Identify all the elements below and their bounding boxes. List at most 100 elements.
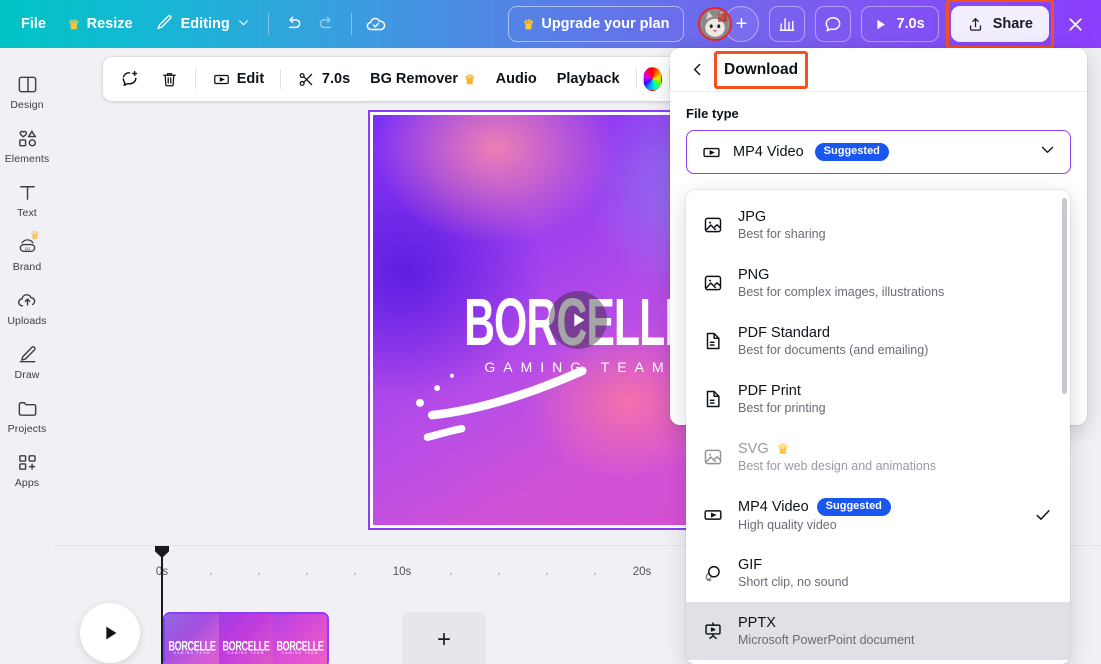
audio-button[interactable]: Audio: [487, 63, 546, 95]
edit-video-button[interactable]: Edit: [203, 63, 273, 95]
projects-icon: [18, 402, 36, 416]
sidebar-item-label: Elements: [4, 153, 50, 165]
trim-duration-button[interactable]: 7.0s: [288, 63, 359, 95]
dropdown-scrollbar-thumb[interactable]: [1062, 198, 1067, 394]
close-button[interactable]: [1057, 6, 1093, 42]
delete-button[interactable]: [151, 63, 188, 95]
clip-thumbnail-subtitle: GAMING TEAM: [227, 651, 265, 656]
option-title: MP4 Video: [738, 499, 809, 515]
video-icon: [213, 74, 229, 84]
audio-label: Audio: [495, 71, 537, 87]
upgrade-label: Upgrade your plan: [541, 16, 670, 32]
dropdown-option-pptx[interactable]: PPTX Microsoft PowerPoint document: [686, 602, 1070, 660]
resize-button[interactable]: ♛ Resize: [57, 7, 144, 41]
dropdown-option-mp4-video[interactable]: MP4 Video Suggested High quality video: [686, 486, 1070, 544]
sidebar-item-design[interactable]: Design: [0, 64, 54, 118]
option-title: PPTX: [738, 615, 776, 631]
crown-icon: ♛: [522, 16, 535, 32]
chevron-down-icon: [1039, 141, 1056, 163]
top-navigation-bar: File ♛ Resize Editing ♛ Upgrade your pla…: [0, 0, 1101, 49]
preview-play-button[interactable]: 7.0s: [861, 6, 939, 42]
option-title: SVG: [738, 441, 769, 457]
text-icon: [19, 186, 35, 200]
resize-label: Resize: [86, 16, 133, 32]
divider: [280, 69, 281, 89]
add-comment-button[interactable]: [111, 63, 149, 95]
play-duration-label: 7.0s: [896, 16, 925, 32]
clip-thumbnail-subtitle: GAMING TEAM: [173, 651, 211, 656]
page-title: Download: [724, 60, 799, 78]
add-comment-icon: [122, 70, 138, 87]
back-button[interactable]: [684, 57, 710, 83]
share-label: Share: [992, 16, 1033, 32]
back-chevron-icon: [693, 63, 700, 76]
doc-icon: [701, 388, 725, 410]
clip-thumbnail: BORCELLE GAMING TEAM: [165, 614, 219, 664]
play-icon: [574, 313, 585, 327]
add-page-button[interactable]: +: [402, 612, 486, 664]
redo-button[interactable]: [310, 7, 344, 41]
analytics-button[interactable]: [769, 6, 806, 42]
option-title: PDF Standard: [738, 325, 830, 341]
divider: [195, 69, 196, 89]
dropdown-option-pdf-standard[interactable]: PDF Standard Best for documents (and ema…: [686, 312, 1070, 370]
plus-icon: +: [436, 626, 451, 653]
divider: [350, 13, 352, 35]
ruler-tick-label: 20s: [632, 566, 652, 578]
share-button[interactable]: Share: [950, 6, 1049, 42]
play-icon: [106, 626, 117, 640]
element-edit-toolbar: Edit 7.0s BG Remover ♛ Audio Playback: [103, 57, 683, 101]
cloud-saved-icon[interactable]: [359, 7, 393, 41]
dropdown-option-gif[interactable]: GIF Short clip, no sound: [686, 544, 1070, 602]
image-icon: [701, 214, 725, 236]
trim-duration-label: 7.0s: [321, 71, 351, 87]
sidebar-item-label: Text: [17, 207, 37, 219]
ruler-tick-label: 10s: [392, 566, 412, 578]
file-menu-button[interactable]: File: [10, 7, 57, 41]
sidebar-item-label: Apps: [14, 477, 40, 489]
dropdown-option-png[interactable]: PNG Best for complex images, illustratio…: [686, 254, 1070, 312]
sidebar-item-label: Projects: [7, 423, 47, 435]
file-menu-label: File: [21, 16, 46, 32]
apps-icon: [18, 455, 36, 470]
sidebar-item-label: Draw: [14, 369, 40, 381]
close-icon: [1068, 17, 1082, 31]
color-wheel-icon[interactable]: [643, 67, 663, 91]
timeline-clip[interactable]: BORCELLE GAMING TEAM BORCELLE GAMING TEA…: [163, 612, 329, 664]
sidebar-item-projects[interactable]: Projects: [0, 388, 54, 442]
upgrade-plan-button[interactable]: ♛ Upgrade your plan: [507, 6, 685, 42]
play-icon: [877, 19, 886, 29]
dropdown-option-jpg[interactable]: JPG Best for sharing: [686, 196, 1070, 254]
timeline-play-button[interactable]: [80, 603, 140, 663]
sidebar-item-draw[interactable]: Draw: [0, 334, 54, 388]
comments-button[interactable]: [815, 6, 852, 42]
sidebar-item-brand[interactable]: ♛ co Brand: [0, 226, 54, 280]
elements-icon: [18, 130, 36, 147]
editing-mode-dropdown[interactable]: Editing: [144, 7, 261, 41]
divider: [635, 69, 637, 89]
bg-remover-button[interactable]: BG Remover ♛: [361, 63, 485, 95]
trash-icon: [163, 72, 176, 86]
option-title: PDF Print: [738, 383, 801, 399]
image-icon: [701, 446, 725, 468]
sidebar-item-text[interactable]: Text: [0, 172, 54, 226]
file-type-value: MP4 Video: [733, 144, 804, 160]
sidebar-item-elements[interactable]: Elements: [0, 118, 54, 172]
undo-button[interactable]: [276, 7, 310, 41]
clip-thumbnail-subtitle: GAMING TEAM: [281, 651, 319, 656]
edit-label: Edit: [236, 71, 265, 87]
dropdown-option-pdf-print[interactable]: PDF Print Best for printing: [686, 370, 1070, 428]
gif-icon: [701, 562, 725, 584]
canvas-play-button[interactable]: [549, 291, 607, 349]
playback-button[interactable]: Playback: [548, 63, 629, 95]
sidebar-item-apps[interactable]: Apps: [0, 442, 54, 496]
option-text: JPG Best for sharing: [738, 209, 1019, 241]
dropdown-option-svg[interactable]: SVG ♛ Best for web design and animations: [686, 428, 1070, 486]
image-icon: [701, 272, 725, 294]
sidebar-item-uploads[interactable]: Uploads: [0, 280, 54, 334]
crown-icon: ♛: [776, 441, 790, 457]
option-text: PDF Standard Best for documents (and ema…: [738, 325, 1019, 357]
option-description: Best for web design and animations: [738, 459, 937, 473]
file-type-select[interactable]: MP4 Video Suggested: [686, 130, 1071, 174]
divider: [267, 13, 269, 35]
